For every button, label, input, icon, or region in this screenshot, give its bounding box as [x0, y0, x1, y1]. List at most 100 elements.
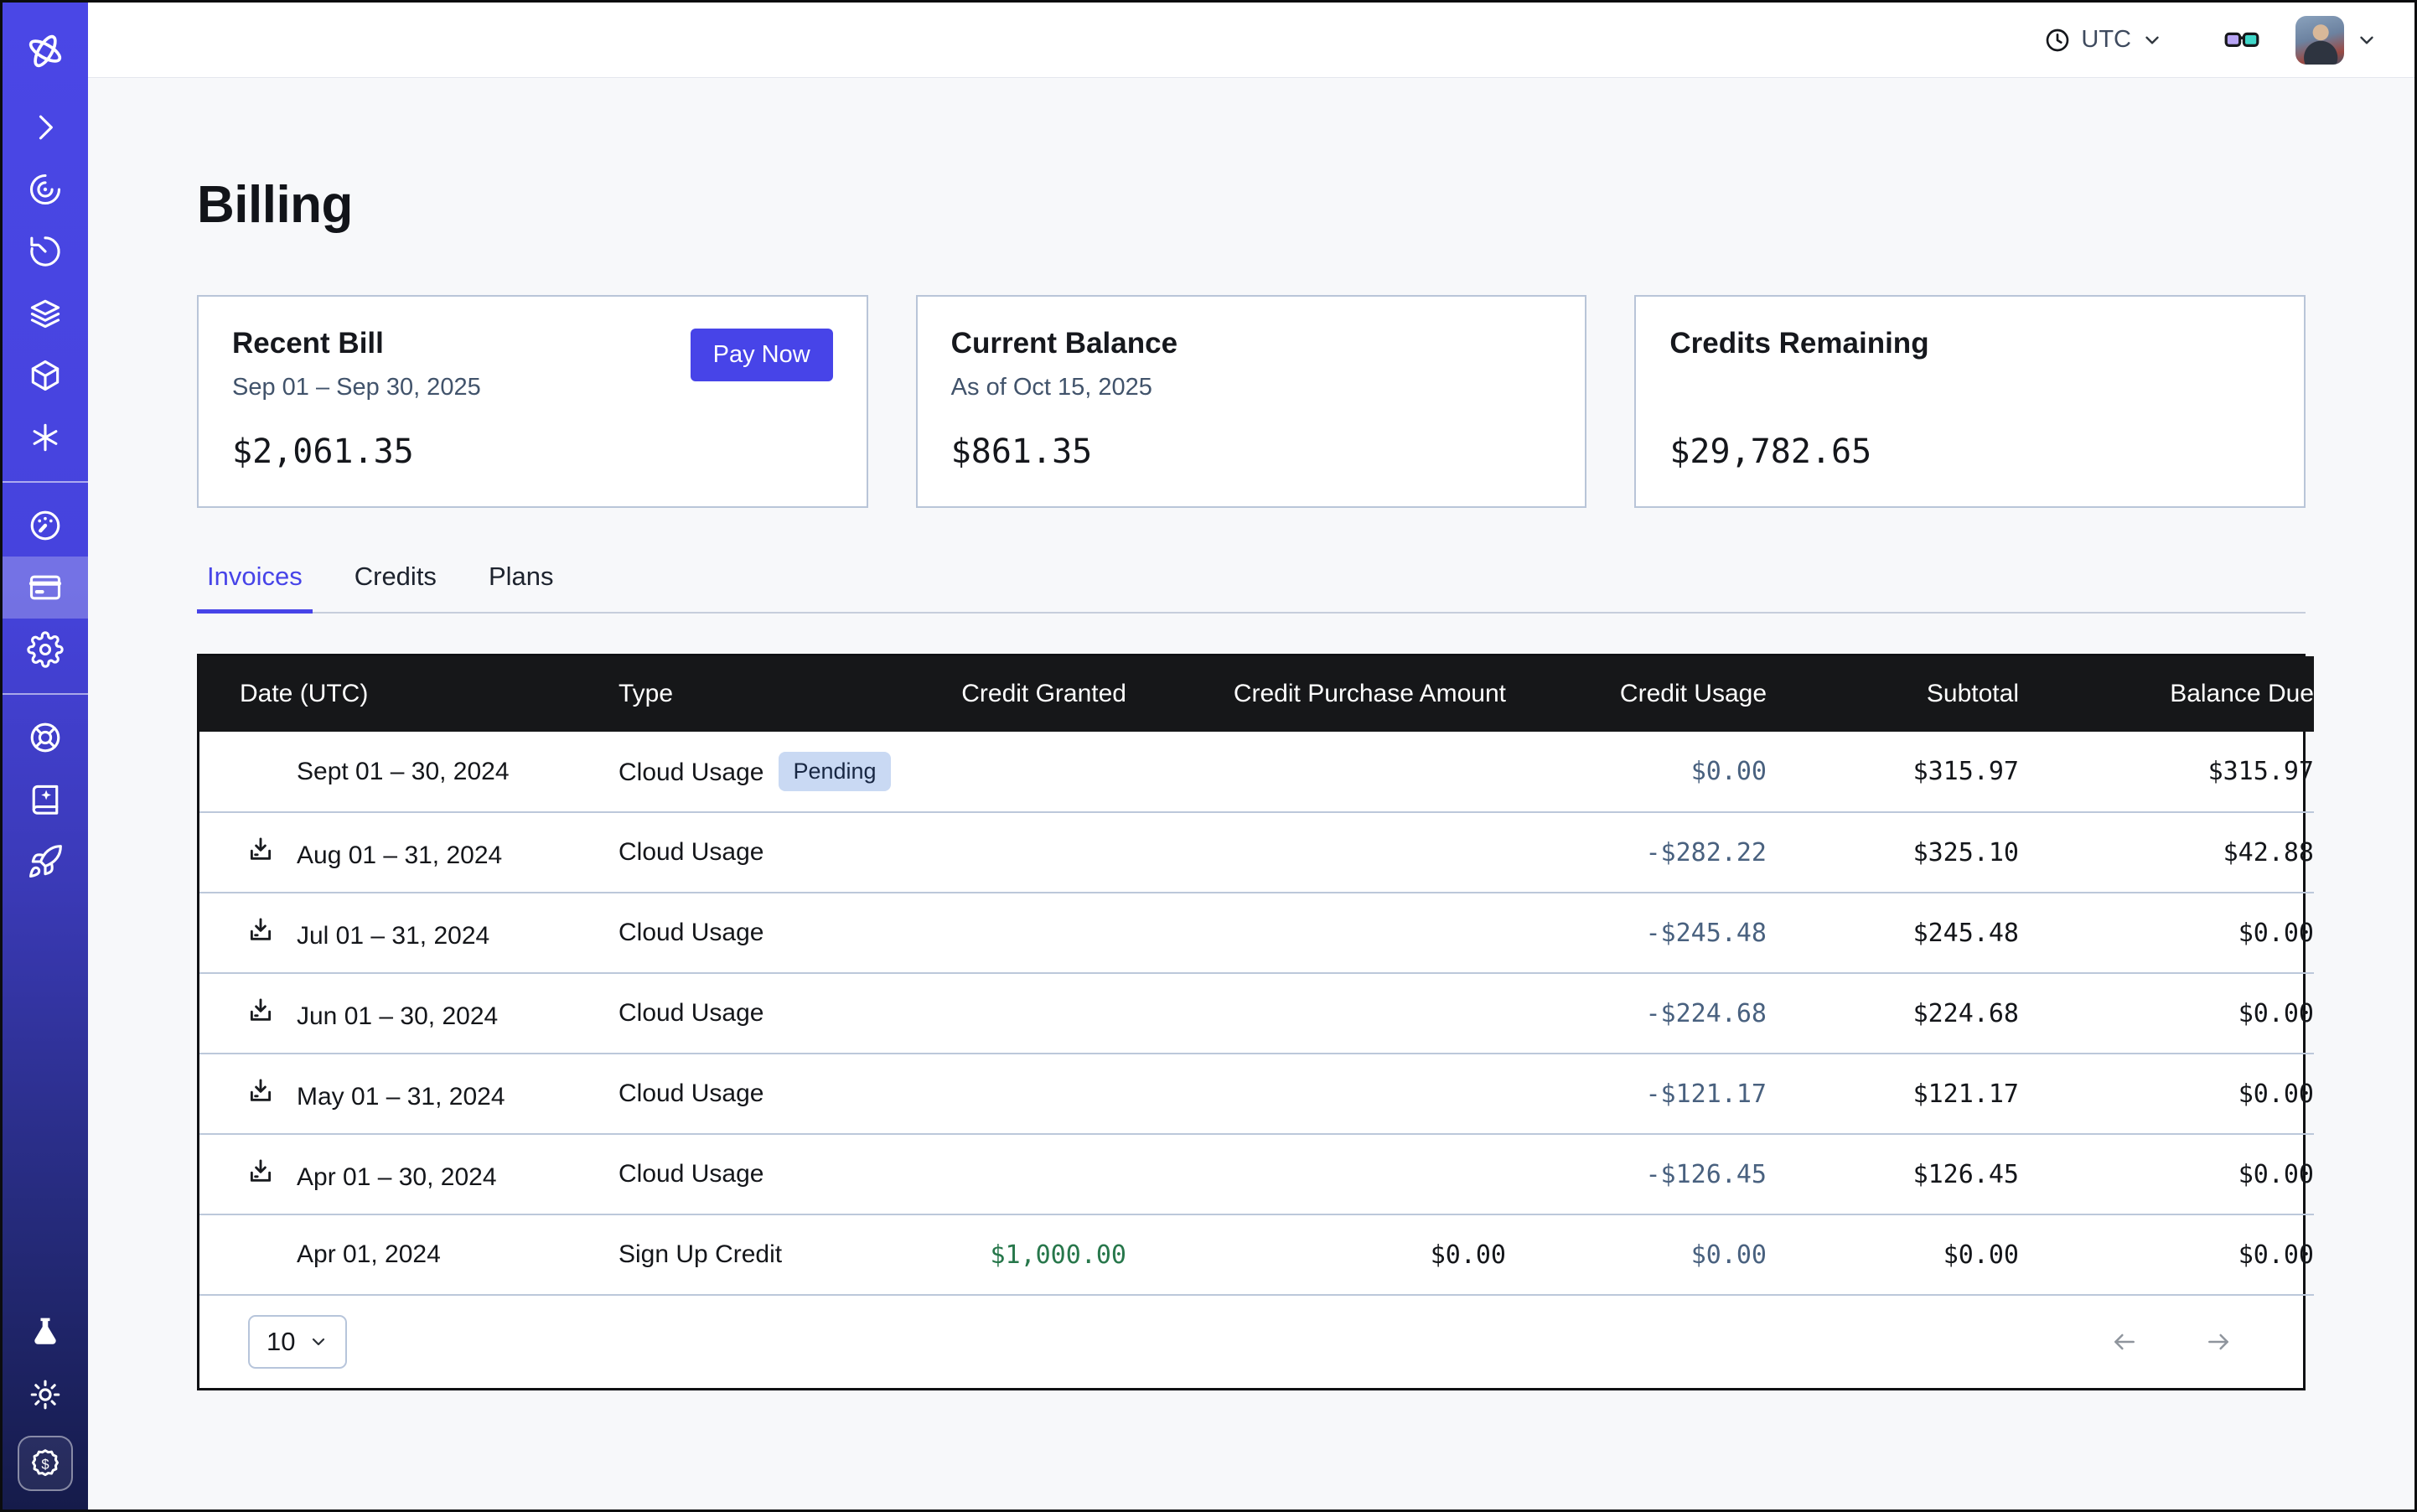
- credit-purchase-value: [1126, 1054, 1506, 1134]
- invoices-table: Date (UTC)TypeCredit GrantedCredit Purch…: [197, 654, 2306, 1390]
- book-sparkle-icon: [27, 781, 64, 818]
- column-header: Type: [618, 656, 895, 732]
- main-area: UTC Billing Recent Bill Sep 01 –: [88, 3, 2414, 1509]
- invoice-type: Cloud Usage: [618, 919, 763, 946]
- sidebar-item-logo[interactable]: [3, 24, 88, 78]
- sidebar-item-credits[interactable]: $: [18, 1436, 73, 1491]
- invoice-type: Cloud Usage: [618, 999, 763, 1027]
- table-row: Apr 01 – 30, 2024Cloud Usage-$126.45$126…: [199, 1134, 2314, 1214]
- chevron-down-icon: [308, 1332, 329, 1352]
- sidebar-item-whats-new[interactable]: [3, 831, 88, 893]
- invoice-date: Aug 01 – 31, 2024: [297, 841, 502, 869]
- current-balance-card: Current Balance As of Oct 15, 2025 $861.…: [916, 295, 1587, 508]
- table-row: Aug 01 – 31, 2024Cloud Usage-$282.22$325…: [199, 812, 2314, 893]
- clock-icon: [2044, 27, 2071, 54]
- credit-usage-value: $0.00: [1506, 1214, 1767, 1295]
- current-balance-amount: $861.35: [951, 432, 1552, 471]
- table-body: Sept 01 – 30, 2024 Cloud Usage Pending $0.0…: [199, 732, 2314, 1295]
- table-row: May 01 – 31, 2024Cloud Usage-$121.17$121…: [199, 1054, 2314, 1134]
- credit-usage-value: -$224.68: [1506, 973, 1767, 1054]
- sidebar-item-billing[interactable]: [3, 557, 88, 619]
- page-title: Billing: [197, 175, 2306, 235]
- download-invoice-button[interactable]: [246, 915, 297, 944]
- invoice-date: May 01 – 31, 2024: [297, 1083, 505, 1111]
- sidebar-item-docs[interactable]: [3, 769, 88, 831]
- spiral-eye-icon: [27, 171, 64, 208]
- spacer-sub: [1669, 374, 2270, 406]
- credit-granted-value: [895, 973, 1126, 1054]
- download-invoice-button[interactable]: [246, 1076, 297, 1105]
- sidebar-item-settings[interactable]: [3, 619, 88, 681]
- invoice-date: Apr 01, 2024: [297, 1240, 441, 1268]
- sun-icon: [27, 1376, 64, 1413]
- invoice-type: Cloud Usage: [618, 838, 763, 866]
- sidebar-item-insights[interactable]: [3, 158, 88, 220]
- invoice-date: Sept 01 – 30, 2024: [297, 758, 510, 785]
- sidebar-item-history[interactable]: [3, 220, 88, 282]
- column-header: Date (UTC): [199, 656, 618, 732]
- column-header: Subtotal: [1767, 656, 2019, 732]
- next-page-button[interactable]: [2199, 1328, 2238, 1355]
- download-icon: [246, 996, 275, 1024]
- credit-usage-value: -$126.45: [1506, 1134, 1767, 1214]
- download-invoice-button[interactable]: [246, 996, 297, 1024]
- column-header: Credit Purchase Amount: [1126, 656, 1506, 732]
- sidebar-item-sandbox[interactable]: [3, 344, 88, 406]
- credit-granted-value: [895, 893, 1126, 973]
- balance-due-value: $0.00: [2019, 1134, 2314, 1214]
- rows-per-page-value: 10: [267, 1327, 295, 1357]
- subtotal-value: $121.17: [1767, 1054, 2019, 1134]
- status-badge: Pending: [779, 752, 890, 791]
- svg-text:$: $: [41, 1456, 49, 1472]
- credit-purchase-value: [1126, 973, 1506, 1054]
- download-invoice-button[interactable]: [246, 1157, 297, 1185]
- reader-mode-button[interactable]: [2222, 20, 2262, 60]
- timezone-label: UTC: [2081, 26, 2131, 54]
- subtotal-value: $0.00: [1767, 1214, 2019, 1295]
- sidebar-item-labs[interactable]: [3, 1302, 88, 1364]
- tab-plans[interactable]: Plans: [487, 562, 556, 612]
- sidebar-divider: [3, 481, 88, 483]
- balance-as-of: As of Oct 15, 2025: [951, 374, 1552, 406]
- table-row: Jun 01 – 30, 2024Cloud Usage-$224.68$224…: [199, 973, 2314, 1054]
- sidebar-item-support[interactable]: [3, 707, 88, 769]
- pay-now-button[interactable]: Pay Now: [691, 329, 833, 381]
- prev-page-button[interactable]: [2105, 1328, 2144, 1355]
- table-header-row: Date (UTC)TypeCredit GrantedCredit Purch…: [199, 656, 2314, 732]
- sidebar-item-expand[interactable]: [3, 96, 88, 158]
- card-title: Current Balance: [951, 327, 1552, 360]
- credit-purchase-value: $0.00: [1126, 1214, 1506, 1295]
- table-footer: 10: [199, 1296, 2303, 1388]
- column-header: Credit Usage: [1506, 656, 1767, 732]
- credit-purchase-value: [1126, 812, 1506, 893]
- cube-icon: [27, 357, 64, 394]
- balance-due-value: $0.00: [2019, 973, 2314, 1054]
- gauge-icon: [27, 507, 64, 544]
- download-invoice-button[interactable]: [246, 835, 297, 863]
- credit-usage-value: $0.00: [1506, 732, 1767, 812]
- arrow-left-icon: [2105, 1328, 2144, 1355]
- sidebar-item-services[interactable]: [3, 406, 88, 469]
- timezone-selector[interactable]: UTC: [2044, 26, 2163, 54]
- column-header: Credit Granted: [895, 656, 1126, 732]
- credit-usage-value: -$282.22: [1506, 812, 1767, 893]
- sidebar-item-usage[interactable]: [3, 495, 88, 557]
- download-icon: [246, 835, 275, 863]
- invoice-date: Jul 01 – 31, 2024: [297, 922, 489, 950]
- account-menu-button[interactable]: [2295, 16, 2378, 65]
- app-window: $ UTC Billing: [0, 0, 2417, 1512]
- credit-granted-value: [895, 1134, 1126, 1214]
- tab-credits[interactable]: Credits: [353, 562, 438, 612]
- chevron-down-icon: [2356, 29, 2378, 51]
- gear-icon: [27, 631, 64, 668]
- asterisk-icon: [27, 419, 64, 456]
- sidebar-item-layers[interactable]: [3, 282, 88, 344]
- invoice-type: Cloud Usage: [618, 759, 763, 786]
- orbit-logo-icon: [23, 29, 67, 73]
- sidebar-item-theme[interactable]: [3, 1364, 88, 1426]
- user-avatar: [2295, 16, 2344, 65]
- tabs: Invoices Credits Plans: [197, 562, 2306, 614]
- tab-invoices[interactable]: Invoices: [205, 562, 304, 612]
- topbar: UTC: [88, 3, 2414, 78]
- rows-per-page-select[interactable]: 10: [248, 1315, 347, 1369]
